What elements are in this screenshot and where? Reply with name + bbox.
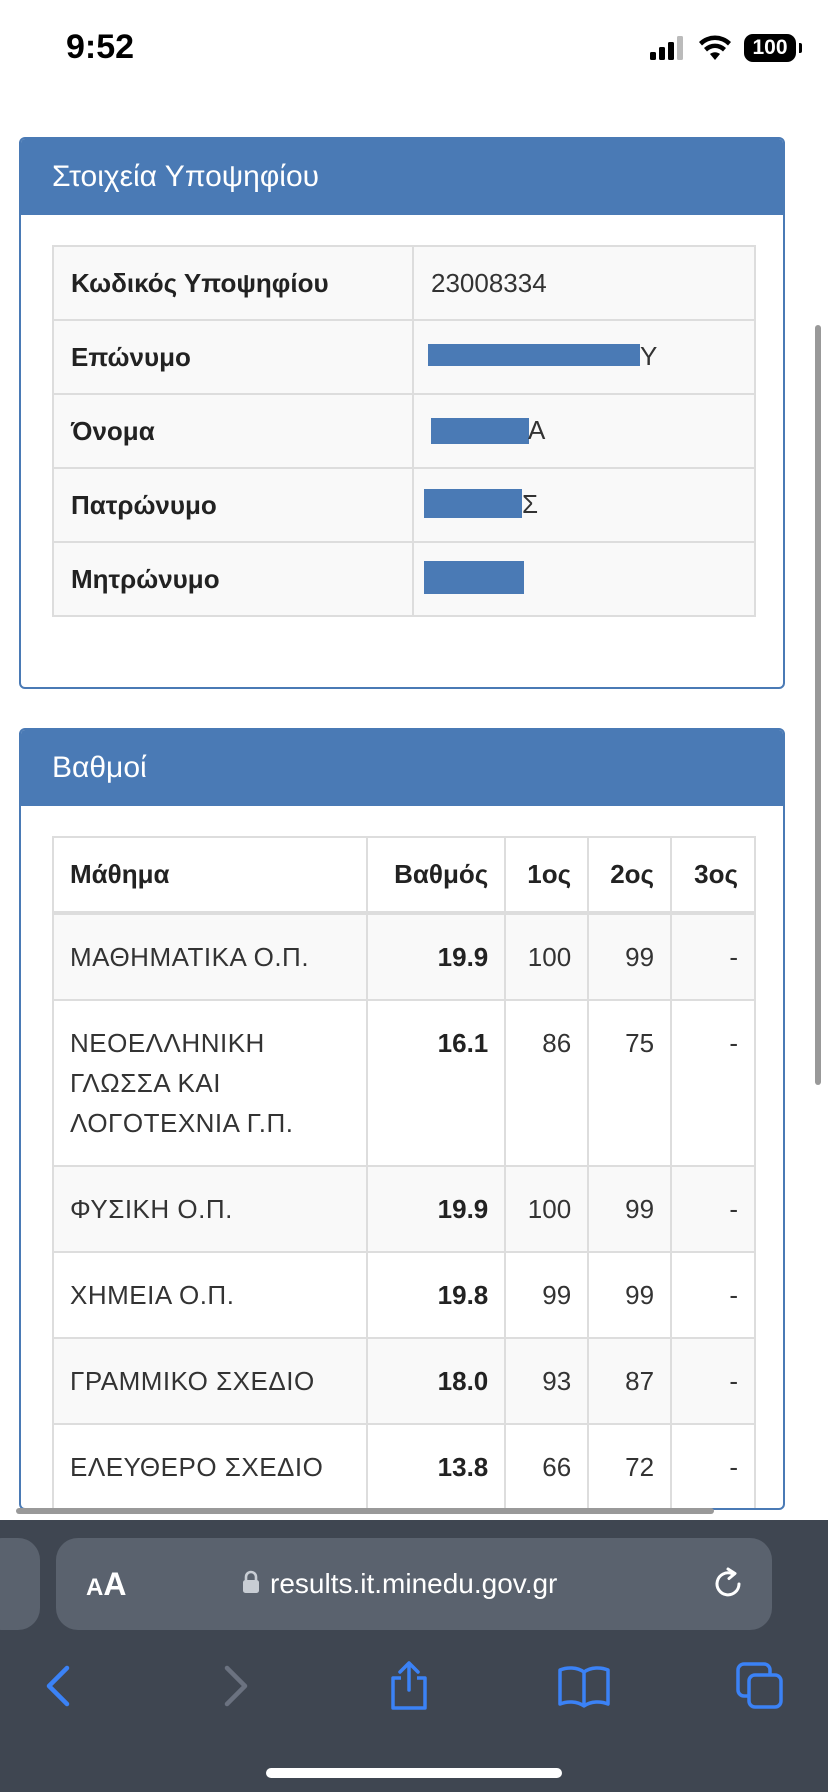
- first-grader-cell: 100: [504, 912, 590, 1001]
- horizontal-scrollbar[interactable]: [16, 1508, 714, 1514]
- header-second-grader: 2ος: [587, 836, 673, 915]
- info-row-name: Όνομα Α: [52, 393, 756, 469]
- info-label: Μητρώνυμο: [52, 541, 414, 617]
- info-row-father-name: Πατρώνυμο Σ: [52, 467, 756, 543]
- text-size-big-label: A: [103, 1566, 127, 1602]
- url-text[interactable]: results.it.minedu.gov.gr: [270, 1538, 557, 1630]
- vertical-scrollbar[interactable]: [815, 325, 821, 1085]
- third-grader-cell: -: [670, 999, 756, 1167]
- info-label: Επώνυμο: [52, 319, 414, 395]
- info-label: Κωδικός Υποψηφίου: [52, 245, 414, 321]
- share-icon: [391, 1661, 427, 1710]
- status-bar: 9:52 100: [0, 0, 828, 100]
- father-name-value-cell: Σ: [412, 467, 756, 543]
- surname-visible-value: Υ: [640, 341, 658, 371]
- subject-cell: ΦΥΣΙΚΗ Ο.Π.: [51, 1165, 369, 1253]
- name-value-cell: Α: [412, 393, 756, 469]
- grade-cell: 13.8: [366, 1423, 507, 1508]
- second-grader-cell: 99: [587, 1251, 673, 1339]
- share-button[interactable]: [379, 1656, 439, 1716]
- grade-cell: 19.8: [366, 1251, 507, 1339]
- table-row: ΕΛΕΥΘΕΡΟ ΣΧΕΔΙΟ 13.8 66 72 -: [51, 1423, 756, 1508]
- table-row: ΝΕΟΕΛΛΗΝΙΚΗ ΓΛΩΣΣΑ ΚΑΙ ΛΟΓΟΤΕΧΝΙΑ Γ.Π. 1…: [51, 999, 756, 1167]
- status-icons: 100: [650, 34, 802, 62]
- third-grader-cell: -: [670, 1337, 756, 1425]
- first-grader-cell: 86: [504, 999, 590, 1167]
- text-size-small-label: A: [86, 1574, 104, 1601]
- candidate-info-panel: Στοιχεία Υποψηφίου Κωδικός Υποψηφίου 230…: [19, 137, 785, 689]
- previous-tab-peek[interactable]: [0, 1538, 40, 1630]
- table-row: ΜΑΘΗΜΑΤΙΚΑ Ο.Π. 19.9 100 99 -: [51, 912, 756, 1001]
- cellular-signal-icon: [650, 36, 683, 60]
- grade-cell: 16.1: [366, 999, 507, 1167]
- chevron-right-icon: [224, 1665, 248, 1707]
- name-visible-value: Α: [528, 415, 546, 445]
- wifi-icon: [699, 35, 731, 60]
- first-grader-cell: 100: [504, 1165, 590, 1253]
- header-first-grader: 1ος: [504, 836, 590, 915]
- third-grader-cell: -: [670, 1165, 756, 1253]
- third-grader-cell: -: [670, 1423, 756, 1508]
- subject-cell: ΜΑΘΗΜΑΤΙΚΑ Ο.Π.: [51, 912, 369, 1001]
- info-label: Πατρώνυμο: [52, 467, 414, 543]
- header-grade: Βαθμός: [366, 836, 507, 915]
- book-icon: [558, 1666, 610, 1708]
- grades-panel: Βαθμοί Μάθημα Βαθμός 1ος 2ος 3ος ΜΑΘΗΜΑΤ…: [19, 728, 785, 1510]
- second-grader-cell: 72: [587, 1423, 673, 1508]
- redaction-mark: [431, 418, 529, 444]
- table-row: ΦΥΣΙΚΗ Ο.Π. 19.9 100 99 -: [51, 1165, 756, 1253]
- father-name-visible-value: Σ: [522, 489, 539, 519]
- tabs-icon: [736, 1662, 783, 1709]
- info-row-mother-name: Μητρώνυμο: [52, 541, 756, 617]
- info-row-surname: Επώνυμο Υ: [52, 319, 756, 395]
- table-row: ΓΡΑΜΜΙΚΟ ΣΧΕΔΙΟ 18.0 93 87 -: [51, 1337, 756, 1425]
- first-grader-cell: 66: [504, 1423, 590, 1508]
- grade-cell: 18.0: [366, 1337, 507, 1425]
- lock-icon: [243, 1570, 259, 1593]
- address-bar[interactable]: AA results.it.minedu.gov.gr: [56, 1538, 772, 1630]
- second-grader-cell: 87: [587, 1337, 673, 1425]
- bookmarks-button[interactable]: [554, 1656, 614, 1716]
- redaction-mark: [428, 344, 640, 366]
- browser-bottom-bar: AA results.it.minedu.gov.gr: [0, 1520, 828, 1792]
- candidate-info-table: Κωδικός Υποψηφίου 23008334 Επώνυμο Υ Όνο…: [52, 245, 756, 617]
- subject-cell: ΧΗΜΕΙΑ Ο.Π.: [51, 1251, 369, 1339]
- second-grader-cell: 75: [587, 999, 673, 1167]
- third-grader-cell: -: [670, 1251, 756, 1339]
- battery-icon: 100: [744, 34, 802, 62]
- second-grader-cell: 99: [587, 912, 673, 1001]
- status-time: 9:52: [66, 28, 135, 66]
- third-grader-cell: -: [670, 912, 756, 1001]
- header-subject: Μάθημα: [51, 836, 369, 915]
- mother-name-value-cell: [412, 541, 756, 617]
- grades-table: Μάθημα Βαθμός 1ος 2ος 3ος ΜΑΘΗΜΑΤΙΚΑ Ο.Π…: [51, 836, 756, 1508]
- redaction-mark: [424, 561, 524, 594]
- redaction-mark: [424, 489, 522, 518]
- table-row: ΧΗΜΕΙΑ Ο.Π. 19.8 99 99 -: [51, 1251, 756, 1339]
- second-grader-cell: 99: [587, 1165, 673, 1253]
- candidate-code-value: 23008334: [412, 245, 756, 321]
- info-label: Όνομα: [52, 393, 414, 469]
- candidate-panel-title: Στοιχεία Υποψηφίου: [21, 139, 783, 215]
- first-grader-cell: 93: [504, 1337, 590, 1425]
- battery-level: 100: [752, 36, 788, 59]
- grades-panel-title: Βαθμοί: [21, 730, 783, 806]
- subject-cell: ΝΕΟΕΛΛΗΝΙΚΗ ΓΛΩΣΣΑ ΚΑΙ ΛΟΓΟΤΕΧΝΙΑ Γ.Π.: [51, 999, 369, 1167]
- header-third-grader: 3ος: [670, 836, 756, 915]
- subject-cell: ΓΡΑΜΜΙΚΟ ΣΧΕΔΙΟ: [51, 1337, 369, 1425]
- subject-cell: ΕΛΕΥΘΕΡΟ ΣΧΕΔΙΟ: [51, 1423, 369, 1508]
- home-indicator[interactable]: [266, 1768, 562, 1778]
- grades-header-row: Μάθημα Βαθμός 1ος 2ος 3ος: [51, 836, 756, 915]
- grade-cell: 19.9: [366, 1165, 507, 1253]
- chevron-left-icon: [46, 1665, 70, 1707]
- forward-button[interactable]: [206, 1656, 266, 1716]
- first-grader-cell: 99: [504, 1251, 590, 1339]
- tabs-button[interactable]: [730, 1656, 790, 1716]
- grade-cell: 19.9: [366, 912, 507, 1001]
- reload-icon[interactable]: [710, 1566, 746, 1602]
- info-row-code: Κωδικός Υποψηφίου 23008334: [52, 245, 756, 321]
- text-size-button[interactable]: AA: [86, 1538, 126, 1630]
- surname-value-cell: Υ: [412, 319, 756, 395]
- back-button[interactable]: [28, 1656, 88, 1716]
